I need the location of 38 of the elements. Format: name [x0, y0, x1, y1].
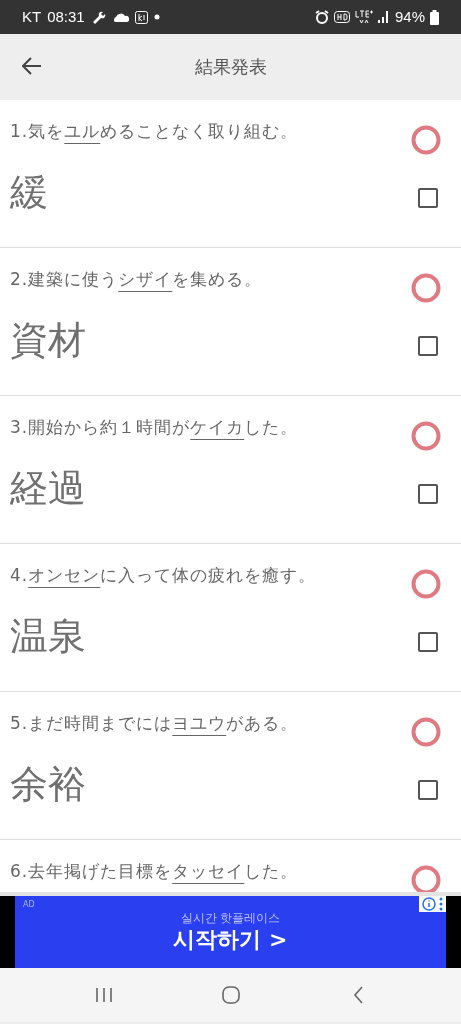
battery-text: 94%	[394, 6, 425, 27]
checkbox[interactable]	[418, 336, 438, 356]
question-text: 3.開始から約１時間がケイカ した。	[10, 416, 299, 439]
more-icon[interactable]	[439, 897, 443, 911]
carrier-text: KT	[22, 6, 42, 27]
page-title: 結果発表	[194, 54, 267, 79]
answer-text: 経過	[10, 465, 86, 512]
alarm-icon	[314, 10, 329, 24]
ad-banner[interactable]: AD 실시간 핫플레이스 시작하기 >	[15, 896, 446, 968]
hd-icon	[333, 11, 350, 23]
lte-icon	[354, 10, 373, 24]
rounded-square-icon	[220, 985, 241, 1005]
ad-subtitle: 실시간 핫플레이스	[180, 910, 281, 926]
question-text: 5.まだ時間までには ヨユウ がある。	[10, 712, 299, 735]
checkbox[interactable]	[418, 632, 438, 652]
chevron-left-icon	[351, 985, 364, 1005]
three-bars-icon	[94, 987, 113, 1003]
checkbox[interactable]	[418, 780, 438, 800]
answer-text: 資材	[10, 317, 86, 364]
battery-icon	[430, 9, 439, 25]
cloud-icon	[112, 12, 129, 22]
clock-text: 08:31	[47, 6, 85, 27]
dot-icon	[153, 14, 160, 20]
checkbox[interactable]	[418, 484, 438, 504]
ad-label: AD	[23, 899, 35, 911]
question-text: 1.気をユルめることなく取り組む。	[10, 120, 299, 143]
info-icon[interactable]	[422, 897, 436, 911]
question-text: 2.建築に使う シザイ を集める。	[10, 268, 263, 291]
answer-text: 余裕	[10, 761, 86, 808]
checkbox[interactable]	[418, 188, 438, 208]
signal-icon	[377, 11, 390, 23]
answer-text: 緩	[10, 169, 48, 216]
question-text: 6.去年掲げた目標を タッセイ した。	[10, 860, 299, 883]
app-notification-icon	[134, 10, 148, 24]
back-arrow-icon	[22, 57, 42, 75]
question-text: 4.オンセンに入って体の疲れを癒す。	[10, 564, 317, 587]
answer-text: 温泉	[10, 613, 86, 660]
ad-headline: 시작하기 >	[173, 926, 288, 954]
